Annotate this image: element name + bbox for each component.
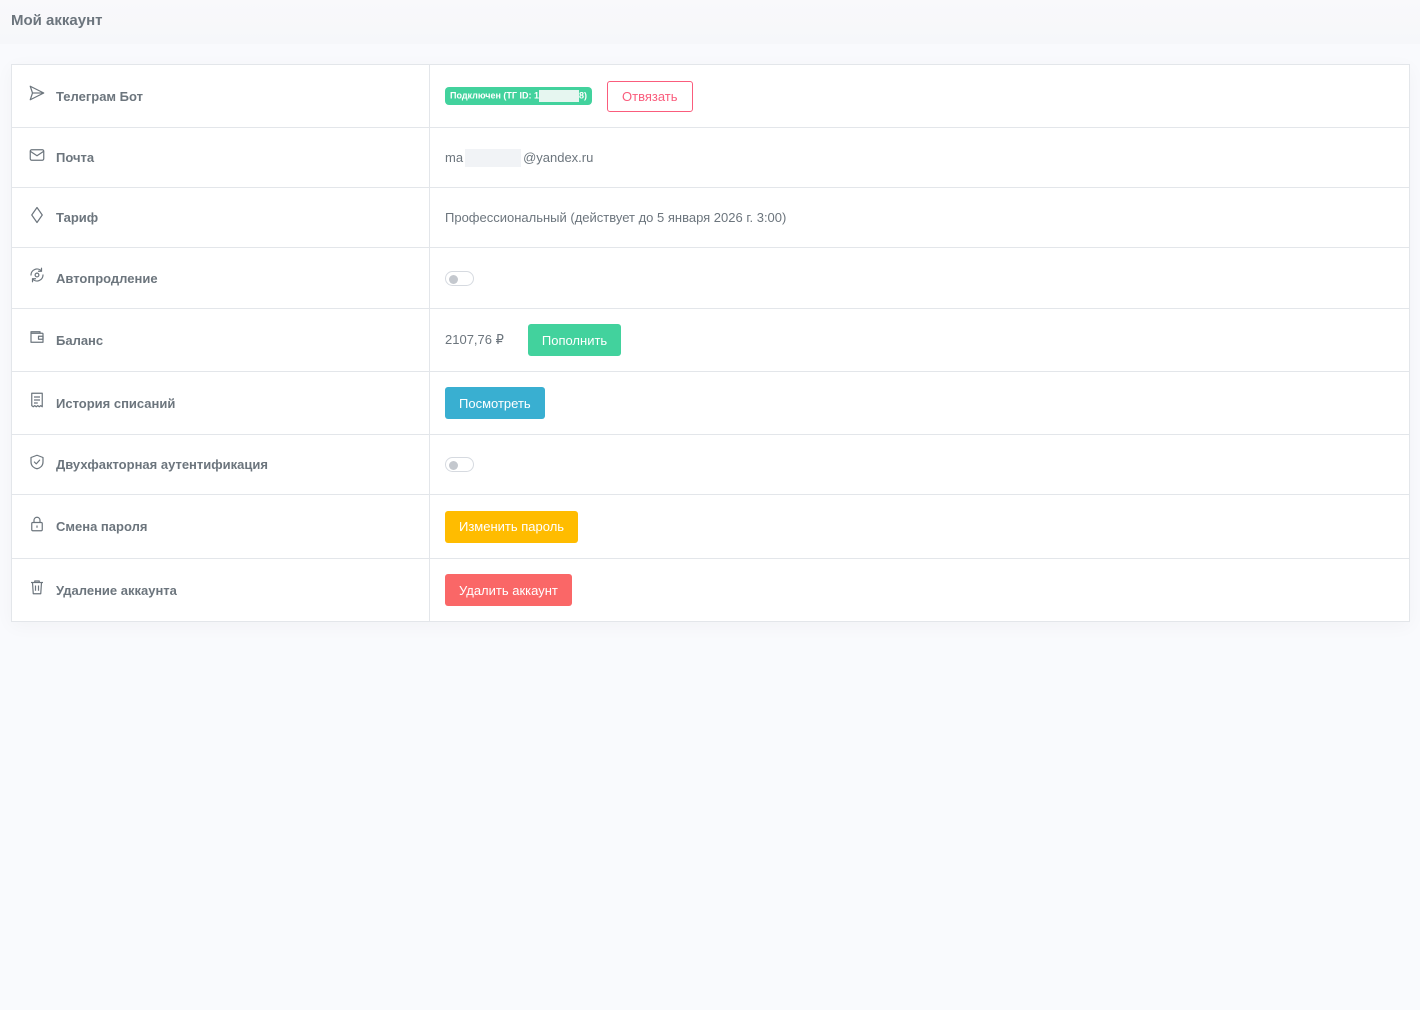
balance-label: Баланс (56, 332, 104, 348)
redacted-email (465, 148, 522, 167)
row-balance-label-cell: Баланс (12, 309, 430, 371)
email-value-suffix: @yandex.ru (523, 150, 594, 165)
lock-icon (28, 515, 46, 533)
row-telegram-value-cell: Подключен (ТГ ID: 1 8) Отвязать (430, 65, 1409, 127)
trash-icon (28, 578, 46, 596)
twofa-toggle[interactable] (445, 457, 474, 472)
topup-button[interactable]: Пополнить (527, 324, 622, 356)
history-label: История списаний (56, 395, 176, 411)
page-title: Мой аккаунт (11, 12, 103, 29)
diamond-icon (28, 206, 46, 224)
row-telegram-label-cell: Телеграм Бот (12, 65, 430, 127)
row-email: Почта ma @yandex.ru (12, 128, 1409, 188)
row-password-value-cell: Изменить пароль (430, 495, 1409, 558)
row-twofa: Двухфакторная аутентификация (12, 435, 1409, 495)
account-settings-table: Телеграм Бот Подключен (ТГ ID: 1 8) Отвяз… (11, 64, 1410, 622)
send-icon (28, 84, 46, 102)
row-telegram: Телеграм Бот Подключен (ТГ ID: 1 8) Отвяз… (12, 65, 1409, 128)
row-password-label-cell: Смена пароля (12, 495, 430, 558)
telegram-status-badge: Подключен (ТГ ID: 1 8) (445, 87, 593, 105)
page-header: Мой аккаунт (0, 0, 1420, 44)
delete-account-button[interactable]: Удалить аккаунт (445, 574, 572, 606)
row-autorenew-label-cell: Автопродление (12, 248, 430, 308)
shield-check-icon (28, 453, 46, 471)
unlink-telegram-button[interactable]: Отвязать (607, 80, 693, 112)
row-tariff-label-cell: Тариф (12, 188, 430, 247)
autorenew-toggle-knob (449, 274, 458, 284)
change-password-button[interactable]: Изменить пароль (445, 510, 579, 543)
row-autorenew: Автопродление (12, 248, 1409, 309)
receipt-icon (28, 391, 46, 409)
autorenew-label: Автопродление (56, 270, 158, 286)
row-history-label-cell: История списаний (12, 372, 430, 434)
view-history-button[interactable]: Посмотреть (445, 387, 545, 419)
row-history-value-cell: Посмотреть (430, 372, 1409, 434)
wallet-icon (28, 328, 46, 346)
email-label: Почта (56, 150, 95, 165)
email-value-prefix: ma (445, 150, 464, 165)
row-delete-label-cell: Удаление аккаунта (12, 559, 430, 621)
telegram-status-suffix: 8) (579, 90, 588, 101)
row-delete: Удаление аккаунта Удалить аккаунт (12, 559, 1409, 621)
tariff-value: Профессиональный (действует до 5 января … (445, 210, 787, 225)
password-label: Смена пароля (56, 519, 148, 534)
row-history: История списаний Посмотреть (12, 372, 1409, 435)
row-twofa-label-cell: Двухфакторная аутентификация (12, 435, 430, 494)
redacted-id (539, 90, 580, 102)
row-twofa-value-cell (430, 435, 1409, 494)
row-email-value-cell: ma @yandex.ru (430, 128, 1409, 187)
autorenew-toggle[interactable] (445, 270, 474, 286)
twofa-toggle-knob (449, 461, 458, 470)
row-password: Смена пароля Изменить пароль (12, 495, 1409, 559)
balance-value: 2107,76 ₽ (445, 332, 504, 347)
mail-icon (28, 146, 46, 164)
tariff-label: Тариф (56, 210, 99, 225)
row-delete-value-cell: Удалить аккаунт (430, 559, 1409, 621)
row-email-label-cell: Почта (12, 128, 430, 187)
telegram-label: Телеграм Бот (56, 88, 143, 104)
row-balance-value-cell: 2107,76 ₽ Пополнить (430, 309, 1409, 371)
row-tariff-value-cell: Профессиональный (действует до 5 января … (430, 188, 1409, 247)
refresh-icon (28, 266, 46, 284)
row-balance: Баланс 2107,76 ₽ Пополнить (12, 309, 1409, 372)
twofa-label: Двухфакторная аутентификация (56, 457, 268, 472)
delete-label: Удаление аккаунта (56, 582, 177, 598)
row-tariff: Тариф Профессиональный (действует до 5 я… (12, 188, 1409, 248)
telegram-status-prefix: Подключен (ТГ ID: 1 (450, 90, 540, 101)
row-autorenew-value-cell (430, 248, 1409, 308)
